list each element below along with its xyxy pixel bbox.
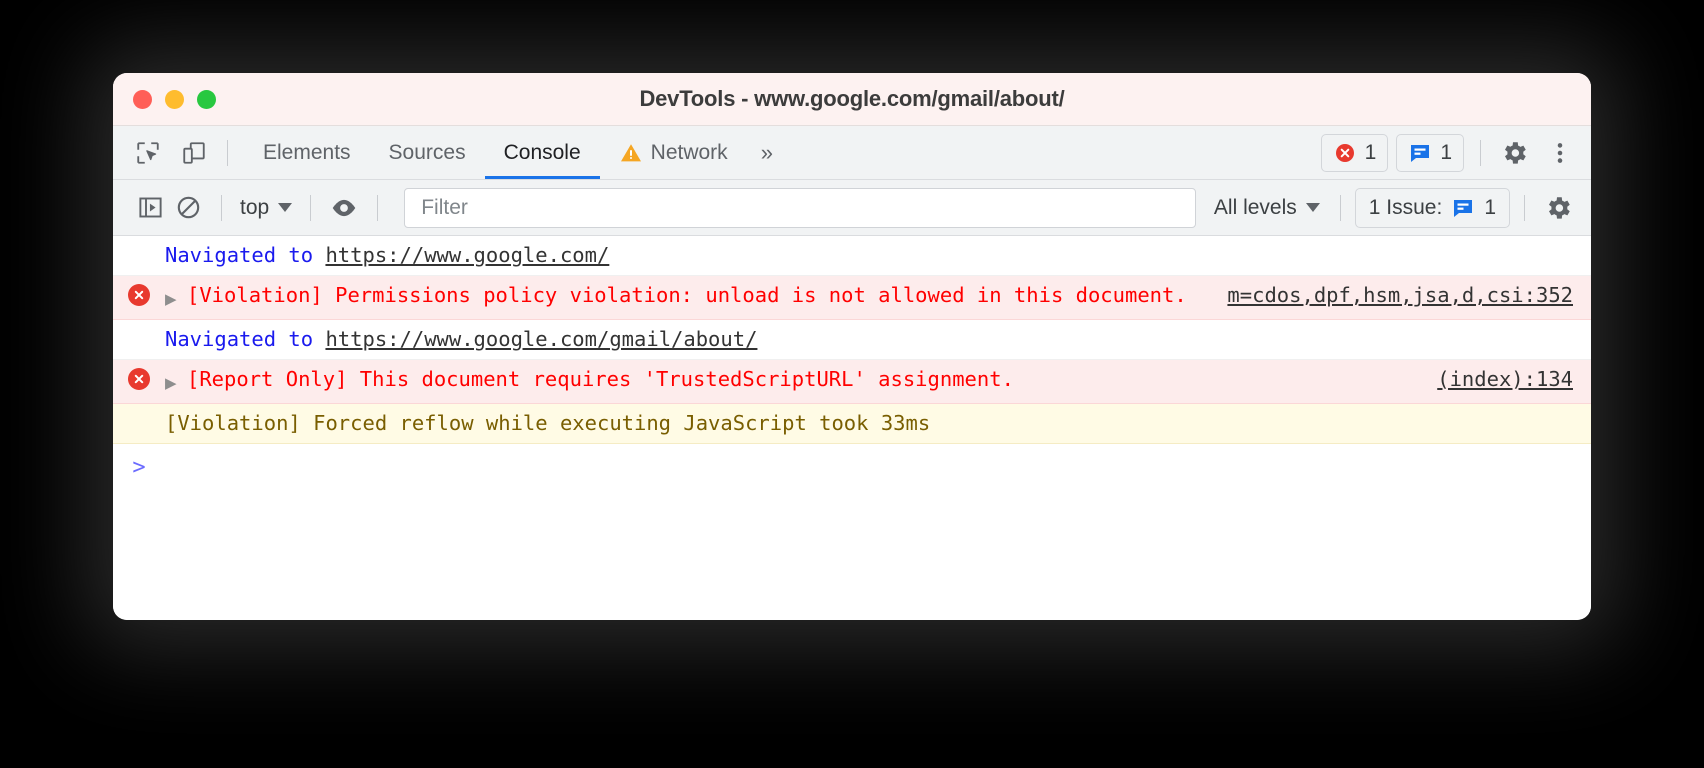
console-message-text: [Report Only] This document requires 'Tr…: [187, 367, 1014, 391]
error-circle-icon: [1333, 141, 1357, 165]
console-toolbar: top All levels 1 Issue:: [113, 180, 1591, 236]
message-gutter: [113, 282, 165, 306]
device-toolbar-icon[interactable]: [177, 136, 211, 170]
issues-button[interactable]: 1 Issue: 1: [1354, 187, 1510, 228]
console-message-text: [Violation] Forced reflow while executin…: [165, 411, 931, 435]
console-message-row[interactable]: [Violation] Forced reflow while executin…: [113, 404, 1591, 444]
traffic-lights: [133, 89, 216, 109]
error-count-value: 1: [1364, 140, 1377, 164]
execution-context-value: top: [240, 195, 270, 219]
message-gutter: [113, 366, 165, 390]
close-window-button[interactable]: [133, 89, 152, 109]
execution-context-selector[interactable]: top: [236, 196, 296, 220]
filter-input-wrapper[interactable]: [404, 187, 1196, 228]
console-toolbar-divider-2: [310, 194, 312, 221]
tabbar-divider-2: [1480, 139, 1481, 166]
expand-arrow-icon[interactable]: ▶: [165, 366, 187, 397]
console-message-list[interactable]: Navigated to https://www.google.com/ ▶ […: [113, 236, 1591, 620]
console-message-text: Navigated to https://www.google.com/gmai…: [165, 326, 1591, 353]
log-levels-selector[interactable]: All levels: [1208, 196, 1326, 220]
window-title: DevTools - www.google.com/gmail/about/: [639, 86, 1065, 111]
console-message-text: Navigated to https://www.google.com/: [165, 242, 1591, 269]
message-gutter: [113, 326, 165, 328]
warning-triangle-icon: [619, 141, 643, 165]
filter-input[interactable]: [419, 194, 1181, 221]
message-prefix: Navigated to: [165, 327, 326, 351]
console-toolbar-divider-5: [1524, 194, 1525, 221]
settings-gear-icon[interactable]: [1497, 136, 1531, 170]
console-toolbar-divider-4: [1339, 194, 1341, 221]
error-count-badge[interactable]: 1: [1320, 133, 1389, 172]
message-prefix: Navigated to: [165, 243, 326, 267]
maximize-window-button[interactable]: [197, 89, 216, 109]
console-settings-gear-icon[interactable]: [1539, 191, 1577, 225]
tabbar-right-group: 1 1: [1320, 133, 1577, 172]
tab-console[interactable]: Console: [484, 126, 600, 179]
more-tabs-button[interactable]: »: [747, 126, 787, 179]
console-message-row[interactable]: ▶ [Violation] Permissions policy violati…: [113, 276, 1591, 320]
devtools-tabbar: Elements Sources Console Network » 1 1: [113, 126, 1591, 180]
console-message-text: [Violation] Permissions policy violation…: [187, 283, 1187, 307]
console-message-row[interactable]: Navigated to https://www.google.com/gmai…: [113, 320, 1591, 360]
issue-message-icon: [1451, 196, 1475, 220]
issues-count-badge[interactable]: 1: [1396, 133, 1464, 172]
message-gutter: [113, 410, 165, 412]
source-location-link[interactable]: m=cdos,dpf,hsm,jsa,d,csi:352: [1227, 282, 1591, 309]
issues-count-value: 1: [1440, 140, 1452, 164]
issue-message-icon: [1408, 141, 1432, 165]
devtools-window: DevTools - www.google.com/gmail/about/ E…: [113, 73, 1591, 620]
tab-list: Elements Sources Console Network »: [244, 126, 787, 179]
chevron-down-icon: [1305, 203, 1320, 212]
tab-sources[interactable]: Sources: [370, 126, 485, 179]
live-expression-eye-icon[interactable]: [325, 191, 363, 225]
prompt-caret-icon: >: [132, 455, 146, 480]
error-icon: [128, 368, 150, 390]
clear-console-icon[interactable]: [169, 191, 207, 225]
console-sidebar-toggle-icon[interactable]: [131, 191, 169, 225]
console-message-row[interactable]: Navigated to https://www.google.com/: [113, 236, 1591, 276]
console-prompt-row[interactable]: >: [113, 444, 1591, 480]
console-toolbar-divider-1: [221, 194, 222, 221]
screen-backdrop: DevTools - www.google.com/gmail/about/ E…: [0, 0, 1704, 768]
tab-network-label: Network: [650, 140, 728, 164]
message-gutter: [113, 242, 165, 244]
console-toolbar-divider-3: [377, 194, 379, 221]
tabbar-divider-1: [227, 139, 228, 166]
log-levels-value: All levels: [1213, 195, 1297, 219]
navigated-url-link[interactable]: https://www.google.com/gmail/about/: [325, 327, 757, 351]
tab-elements-label: Elements: [263, 140, 351, 164]
issues-button-label: 1 Issue:: [1368, 195, 1443, 219]
expand-arrow-icon[interactable]: ▶: [165, 282, 187, 313]
tab-network[interactable]: Network: [600, 126, 747, 179]
issues-button-count: 1: [1484, 195, 1496, 219]
tab-console-label: Console: [503, 140, 581, 164]
chevron-down-icon: [278, 203, 293, 212]
navigated-url-link[interactable]: https://www.google.com/: [325, 243, 609, 267]
tab-sources-label: Sources: [388, 140, 466, 164]
error-icon: [128, 284, 150, 306]
tab-elements[interactable]: Elements: [244, 126, 370, 179]
console-message-row[interactable]: ▶ [Report Only] This document requires '…: [113, 360, 1591, 404]
inspect-element-icon[interactable]: [131, 136, 165, 170]
minimize-window-button[interactable]: [165, 89, 184, 109]
more-options-icon[interactable]: [1543, 136, 1577, 170]
source-location-link[interactable]: (index):134: [1437, 366, 1591, 393]
window-titlebar: DevTools - www.google.com/gmail/about/: [113, 73, 1591, 126]
